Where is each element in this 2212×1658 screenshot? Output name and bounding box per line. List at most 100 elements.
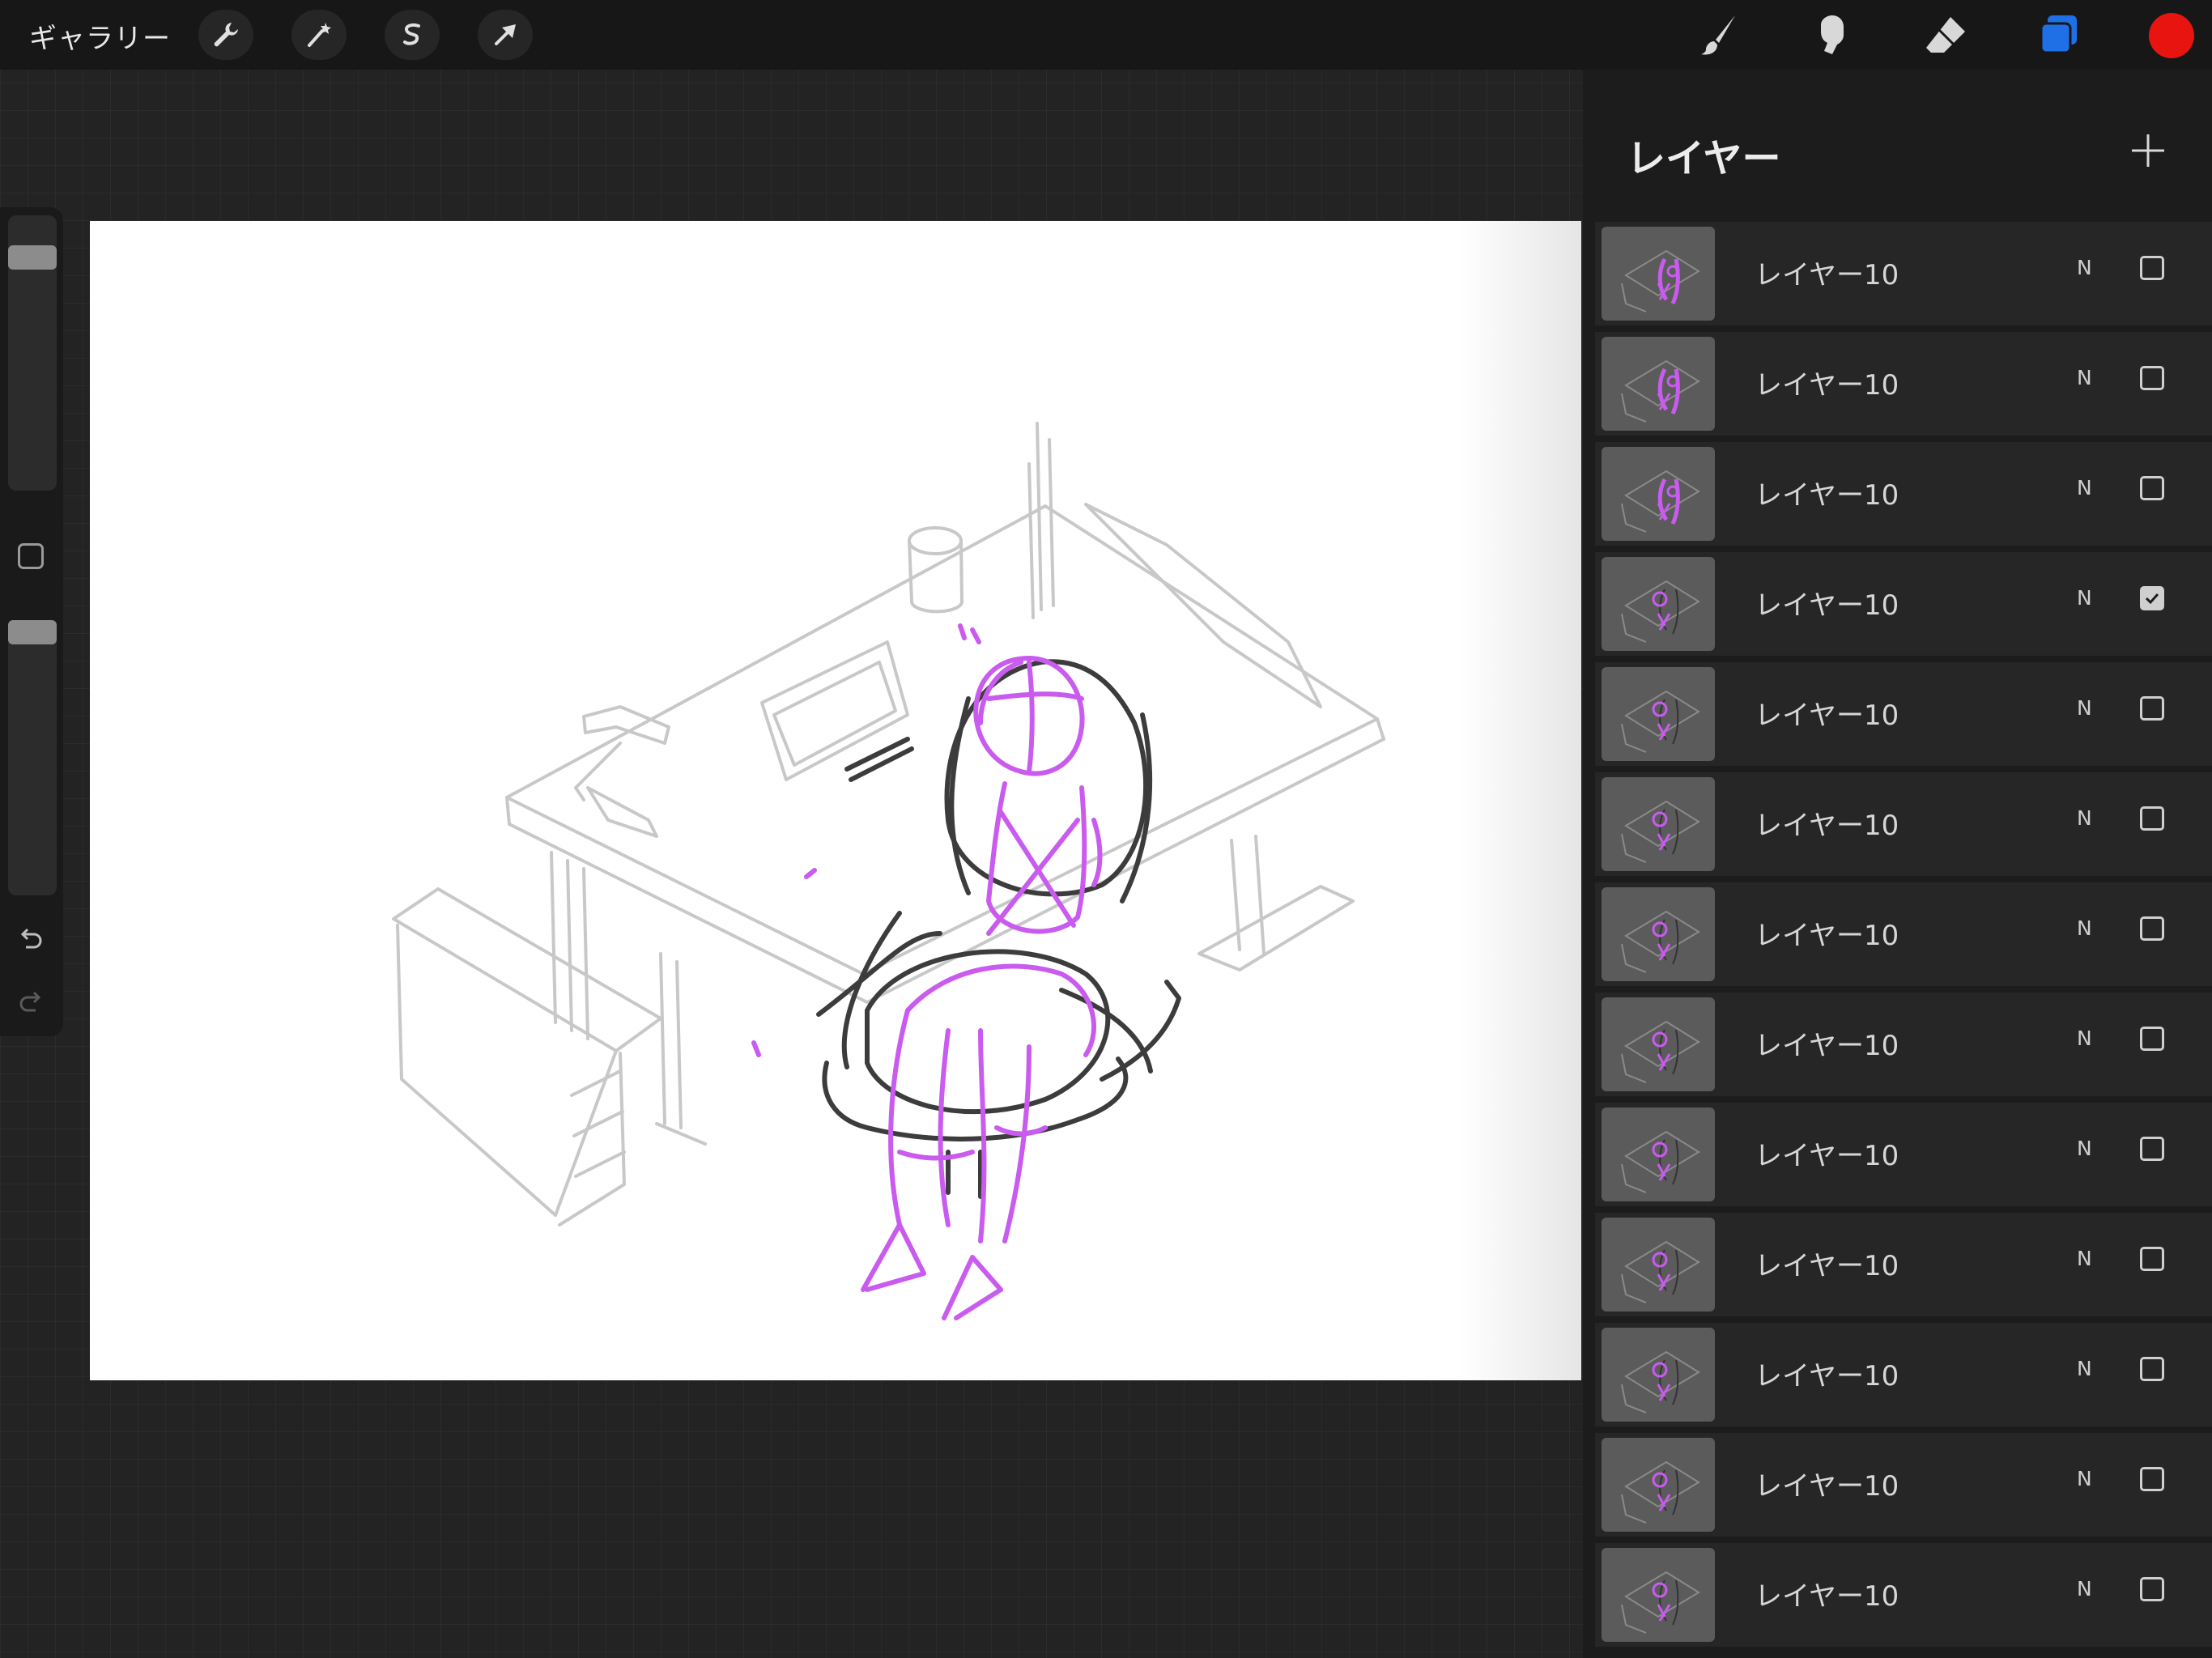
layer-row[interactable]: レイヤー10 N: [1595, 552, 2212, 661]
magic-wand-icon: [308, 23, 331, 47]
layer-thumbnail: [1602, 1107, 1715, 1201]
layer-blend-mode[interactable]: N: [2077, 1247, 2092, 1270]
layer-thumbnail: [1602, 557, 1715, 651]
layer-visibility-checkbox[interactable]: [2140, 1137, 2164, 1161]
layer-blend-mode[interactable]: N: [2077, 916, 2092, 940]
undo-button[interactable]: [13, 921, 49, 957]
layer-blend-mode[interactable]: N: [2077, 696, 2092, 720]
layer-name: レイヤー10: [1755, 259, 1899, 291]
brush-icon: [1701, 15, 1735, 55]
layer-thumbnail: [1602, 777, 1715, 871]
color-picker-button[interactable]: [2149, 13, 2194, 58]
layer-thumbnail: [1602, 887, 1715, 981]
layer-row[interactable]: レイヤー10 N: [1595, 1103, 2212, 1212]
layer-blend-mode[interactable]: N: [2077, 1467, 2092, 1490]
layer-thumbnail: [1602, 227, 1715, 321]
selection-icon: [403, 23, 420, 45]
layer-name: レイヤー10: [1755, 810, 1899, 842]
layer-blend-mode[interactable]: N: [2077, 476, 2092, 500]
layer-row[interactable]: レイヤー10 N: [1595, 442, 2212, 551]
smudge-icon: [1821, 15, 1844, 54]
opacity-thumb[interactable]: [8, 620, 57, 644]
smudge-button[interactable]: [1804, 8, 1861, 62]
brush-size-slider[interactable]: [8, 215, 57, 491]
layer-thumbnail: [1602, 667, 1715, 761]
opacity-slider[interactable]: [8, 620, 57, 895]
layer-blend-mode[interactable]: N: [2077, 1137, 2092, 1160]
layer-visibility-checkbox[interactable]: [2140, 1357, 2164, 1381]
adjustments-button[interactable]: [291, 10, 347, 60]
checkmark-icon: [2145, 593, 2159, 605]
layer-visibility-checkbox[interactable]: [2140, 366, 2164, 390]
layer-visibility-checkbox[interactable]: [2140, 1467, 2164, 1491]
layer-name: レイヤー10: [1755, 1030, 1899, 1062]
selection-button[interactable]: [385, 10, 440, 60]
layer-name: レイヤー10: [1755, 1470, 1899, 1503]
eraser-button[interactable]: [1917, 8, 1974, 62]
layer-row[interactable]: レイヤー10 N: [1595, 222, 2212, 331]
layer-thumbnail: [1602, 1438, 1715, 1532]
layer-visibility-checkbox[interactable]: [2140, 586, 2164, 610]
sketch-artwork: [392, 422, 1385, 1320]
top-toolbar: ギャラリー: [0, 0, 2212, 70]
layer-row[interactable]: レイヤー10 N: [1595, 1213, 2212, 1322]
brush-size-thumb[interactable]: [8, 245, 57, 270]
layer-row[interactable]: レイヤー10 N: [1595, 1543, 2212, 1652]
layers-icon: [2040, 15, 2077, 54]
layer-row[interactable]: レイヤー10 N: [1595, 882, 2212, 992]
layer-visibility-checkbox[interactable]: [2140, 696, 2164, 721]
layer-thumbnail: [1602, 447, 1715, 541]
layer-blend-mode[interactable]: N: [2077, 806, 2092, 830]
layer-blend-mode[interactable]: N: [2077, 586, 2092, 610]
layer-name: レイヤー10: [1755, 369, 1899, 402]
layer-name: レイヤー10: [1755, 699, 1899, 732]
layer-thumbnail: [1602, 997, 1715, 1091]
layer-row[interactable]: レイヤー10 N: [1595, 772, 2212, 882]
layer-blend-mode[interactable]: N: [2077, 1027, 2092, 1050]
layer-blend-mode[interactable]: N: [2077, 366, 2092, 389]
layer-visibility-checkbox[interactable]: [2140, 256, 2164, 280]
modify-button[interactable]: [18, 543, 44, 569]
layer-name: レイヤー10: [1755, 1140, 1899, 1172]
layer-visibility-checkbox[interactable]: [2140, 476, 2164, 500]
layer-row[interactable]: レイヤー10 N: [1595, 662, 2212, 772]
layer-name: レイヤー10: [1755, 1580, 1899, 1613]
drawing-canvas[interactable]: [90, 221, 1581, 1380]
layer-name: レイヤー10: [1755, 589, 1899, 622]
redo-button[interactable]: [13, 984, 49, 1020]
layer-name: レイヤー10: [1755, 1360, 1899, 1392]
gallery-button[interactable]: ギャラリー: [29, 16, 171, 56]
layer-blend-mode[interactable]: N: [2077, 1357, 2092, 1380]
layer-name: レイヤー10: [1755, 1250, 1899, 1282]
layer-blend-mode[interactable]: N: [2077, 1577, 2092, 1601]
layer-name: レイヤー10: [1755, 920, 1899, 952]
layer-row[interactable]: レイヤー10 N: [1595, 1323, 2212, 1432]
layer-thumbnail: [1602, 1218, 1715, 1312]
layer-visibility-checkbox[interactable]: [2140, 1577, 2164, 1601]
wrench-icon: [214, 23, 238, 47]
transform-arrow-icon: [495, 24, 516, 45]
layer-thumbnail: [1602, 337, 1715, 431]
actions-button[interactable]: [198, 10, 253, 60]
layer-row[interactable]: レイヤー10 N: [1595, 1433, 2212, 1542]
eraser-icon: [1926, 17, 1965, 53]
layer-row[interactable]: レイヤー10 N: [1595, 993, 2212, 1102]
canvas-edge-shadow: [1460, 221, 1581, 1380]
layer-visibility-checkbox[interactable]: [2140, 1247, 2164, 1271]
undo-icon: [20, 928, 42, 949]
paint-brush-button[interactable]: [1691, 8, 1747, 62]
layers-button[interactable]: [2031, 8, 2087, 62]
layers-panel: レイヤー レイヤー10 N レイヤー10 N レイヤー10 N レイヤー10 N レイヤー10 N…: [1583, 70, 2212, 1658]
plus-icon[interactable]: [2125, 128, 2171, 173]
left-sidebar: [0, 207, 63, 1036]
layer-thumbnail: [1602, 1548, 1715, 1642]
layer-row[interactable]: レイヤー10 N: [1595, 332, 2212, 441]
layer-visibility-checkbox[interactable]: [2140, 1027, 2164, 1051]
redo-icon: [19, 991, 41, 1012]
transform-button[interactable]: [478, 10, 533, 60]
layer-visibility-checkbox[interactable]: [2140, 806, 2164, 831]
layer-blend-mode[interactable]: N: [2077, 256, 2092, 279]
layer-thumbnail: [1602, 1328, 1715, 1422]
layer-visibility-checkbox[interactable]: [2140, 916, 2164, 941]
layers-panel-title: レイヤー: [1627, 136, 1781, 181]
